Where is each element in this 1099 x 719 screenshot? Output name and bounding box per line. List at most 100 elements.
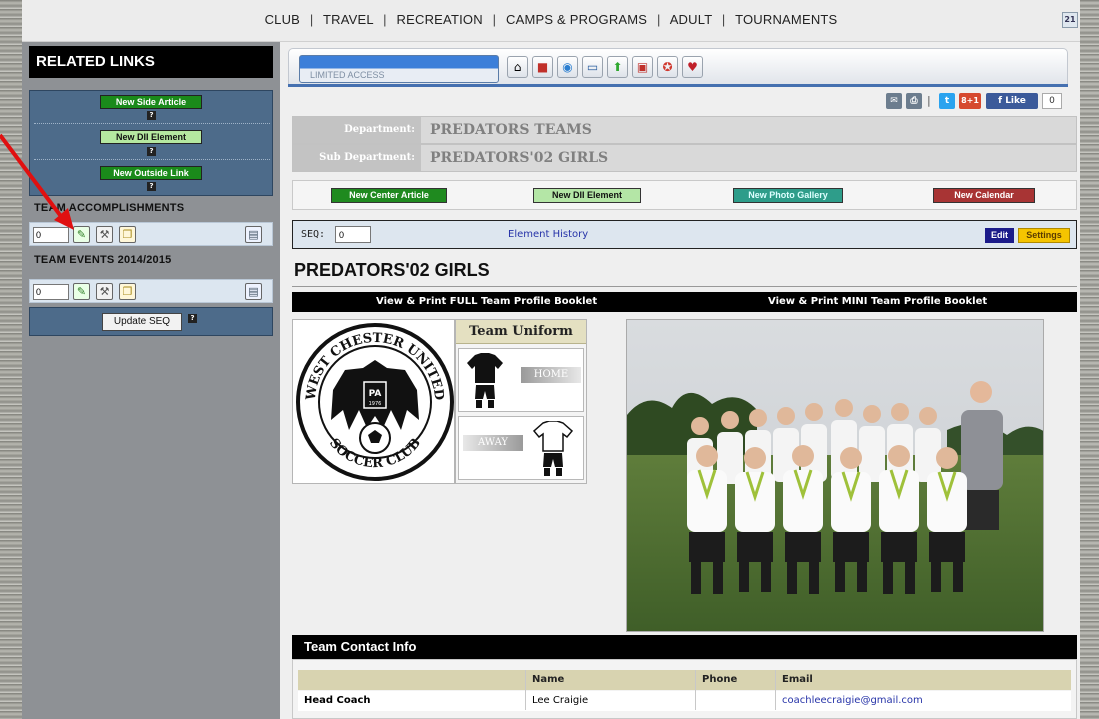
main-content: LIMITED ACCESS ⌂ ■ ◉ ▭ ⬆ ▣ ✪ ♥ ✉ ⎙ | t 8… bbox=[280, 42, 1080, 719]
toolbar-underline bbox=[288, 84, 1068, 87]
update-seq-button[interactable]: Update SEQ bbox=[102, 313, 182, 331]
new-center-article-button[interactable]: New Center Article bbox=[331, 188, 447, 203]
nav-camps-programs[interactable]: CAMPS & PROGRAMS bbox=[506, 12, 647, 27]
team-contact-table: Name Phone Email Head Coach Lee Craigie … bbox=[292, 659, 1077, 719]
column-header-name: Name bbox=[532, 674, 565, 685]
team-events-row: ✎ ⚒ ❐ ▤ bbox=[29, 279, 273, 303]
copy-icon[interactable]: ❐ bbox=[119, 283, 136, 300]
seq-input[interactable] bbox=[335, 226, 371, 243]
team-uniform-box: Team Uniform HOME AWAY bbox=[455, 319, 587, 484]
related-links-box: New Side Article ? New DII Element ? New… bbox=[29, 90, 273, 196]
nav-separator: | bbox=[383, 12, 387, 27]
nav-separator: | bbox=[492, 12, 497, 27]
copy-icon[interactable]: ❐ bbox=[119, 226, 136, 243]
help-icon[interactable]: ? bbox=[147, 111, 156, 120]
element-history-link[interactable]: Element History bbox=[508, 229, 588, 240]
team-events-title: TEAM EVENTS 2014/2015 bbox=[34, 254, 172, 266]
facebook-like-button[interactable]: f Like bbox=[986, 93, 1038, 109]
nav-travel[interactable]: TRAVEL bbox=[323, 12, 373, 27]
nav-separator: | bbox=[657, 12, 661, 27]
settings-button[interactable]: Settings bbox=[1018, 228, 1070, 243]
lifebuoy-icon[interactable]: ✪ bbox=[657, 56, 678, 78]
nav-adult[interactable]: ADULT bbox=[670, 12, 712, 27]
help-icon[interactable]: ? bbox=[147, 147, 156, 156]
title-divider bbox=[292, 286, 1077, 287]
wrench-icon[interactable]: ⚒ bbox=[96, 283, 113, 300]
monitor-icon[interactable]: ▭ bbox=[582, 56, 603, 78]
toolbox-icon[interactable]: ■ bbox=[532, 56, 553, 78]
nav-club[interactable]: CLUB bbox=[265, 12, 300, 27]
help-icon[interactable]: ? bbox=[147, 182, 156, 191]
full-booklet-link[interactable]: View & Print FULL Team Profile Booklet bbox=[376, 296, 597, 307]
social-separator: | bbox=[927, 94, 931, 107]
nav-tournaments[interactable]: TOURNAMENTS bbox=[735, 12, 837, 27]
arrow-up-icon[interactable]: ⬆ bbox=[607, 56, 628, 78]
team-photo bbox=[626, 319, 1044, 632]
social-bar: ✉ ⎙ | t 8+1 f Like 0 bbox=[880, 92, 1078, 112]
facebook-like-label: Like bbox=[1005, 96, 1026, 106]
column-divider bbox=[525, 670, 526, 710]
team-accomplishments-title: TEAM ACCOMPLISHMENTS bbox=[34, 202, 185, 214]
seq-input[interactable] bbox=[33, 284, 69, 300]
new-dii-element-button[interactable]: New DII Element bbox=[533, 188, 641, 203]
divider bbox=[34, 159, 270, 160]
seq-input[interactable] bbox=[33, 227, 69, 243]
limited-access-tab[interactable]: LIMITED ACCESS bbox=[299, 55, 499, 83]
sub-department-row: Sub Department: PREDATORS'02 GIRLS bbox=[292, 144, 1077, 172]
pencil-icon[interactable]: ✎ bbox=[73, 226, 90, 243]
away-label: AWAY bbox=[463, 435, 523, 451]
sub-department-value: PREDATORS'02 GIRLS bbox=[430, 150, 609, 166]
club-logo-box: WEST CHESTER UNITED SOCCER CLUB PA 1976 bbox=[292, 319, 455, 484]
team-accomplishments-row: ✎ ⚒ ❐ ▤ bbox=[29, 222, 273, 246]
home-icon[interactable]: ⌂ bbox=[507, 56, 528, 78]
pencil-icon[interactable]: ✎ bbox=[73, 283, 90, 300]
nav-recreation[interactable]: RECREATION bbox=[397, 12, 483, 27]
new-photo-gallery-button[interactable]: New Photo Gallery bbox=[733, 188, 843, 203]
contact-name: Lee Craigie bbox=[532, 695, 589, 706]
new-side-article-button[interactable]: New Side Article bbox=[100, 95, 202, 109]
nav-separator: | bbox=[721, 12, 726, 27]
related-links-header: RELATED LINKS bbox=[29, 46, 273, 78]
home-jersey-icon bbox=[467, 353, 503, 408]
facebook-like-count: 0 bbox=[1042, 93, 1062, 109]
notebook-icon[interactable]: ▤ bbox=[245, 283, 262, 300]
limited-access-label: LIMITED ACCESS bbox=[310, 70, 385, 80]
email-icon[interactable]: ✉ bbox=[886, 93, 902, 109]
table-row: Head Coach Lee Craigie coachleecraigie@g… bbox=[298, 691, 1071, 711]
top-navigation: CLUB | TRAVEL | RECREATION | CAMPS & PRO… bbox=[22, 0, 1080, 42]
table-header: Name Phone Email bbox=[298, 670, 1071, 690]
logo-year: 1976 bbox=[369, 401, 382, 407]
seq-label: SEQ: bbox=[301, 229, 326, 240]
globe-icon[interactable]: ◉ bbox=[557, 56, 578, 78]
notebook-icon[interactable]: ▤ bbox=[245, 226, 262, 243]
away-uniform-panel: AWAY bbox=[458, 416, 584, 480]
home-uniform-panel: HOME bbox=[458, 348, 584, 412]
department-label: Department: bbox=[293, 117, 421, 143]
background-texture-left bbox=[0, 0, 22, 719]
divider bbox=[34, 123, 270, 124]
contact-card-icon[interactable]: ▣ bbox=[632, 56, 653, 78]
team-photo-image bbox=[627, 320, 1043, 631]
mini-booklet-link[interactable]: View & Print MINI Team Profile Booklet bbox=[768, 296, 987, 307]
logo-state: PA bbox=[369, 389, 382, 399]
edit-button[interactable]: Edit bbox=[985, 228, 1014, 243]
twitter-icon[interactable]: t bbox=[939, 93, 955, 109]
department-value: PREDATORS TEAMS bbox=[430, 122, 592, 138]
print-icon[interactable]: ⎙ bbox=[906, 93, 922, 109]
wrench-icon[interactable]: ⚒ bbox=[96, 226, 113, 243]
new-outside-link-button[interactable]: New Outside Link bbox=[100, 166, 202, 180]
background-texture-right bbox=[1080, 0, 1099, 719]
page-title: PREDATORS'02 GIRLS bbox=[294, 260, 490, 280]
heart-icon[interactable]: ♥ bbox=[682, 56, 703, 78]
new-calendar-button[interactable]: New Calendar bbox=[933, 188, 1035, 203]
new-dii-element-button[interactable]: New DII Element bbox=[100, 130, 202, 144]
club-logo: WEST CHESTER UNITED SOCCER CLUB PA 1976 bbox=[296, 323, 454, 481]
update-seq-box: Update SEQ ? bbox=[29, 307, 273, 336]
calendar-icon[interactable]: 21 bbox=[1062, 12, 1078, 28]
contact-email-link[interactable]: coachleecraigie@gmail.com bbox=[782, 695, 923, 706]
team-uniform-title: Team Uniform bbox=[456, 320, 586, 344]
main-menu: CLUB | TRAVEL | RECREATION | CAMPS & PRO… bbox=[22, 12, 1080, 27]
help-icon[interactable]: ? bbox=[188, 314, 197, 323]
google-plus-icon[interactable]: 8+1 bbox=[959, 93, 981, 109]
seq-bar: SEQ: Element History Edit Settings bbox=[292, 220, 1077, 249]
